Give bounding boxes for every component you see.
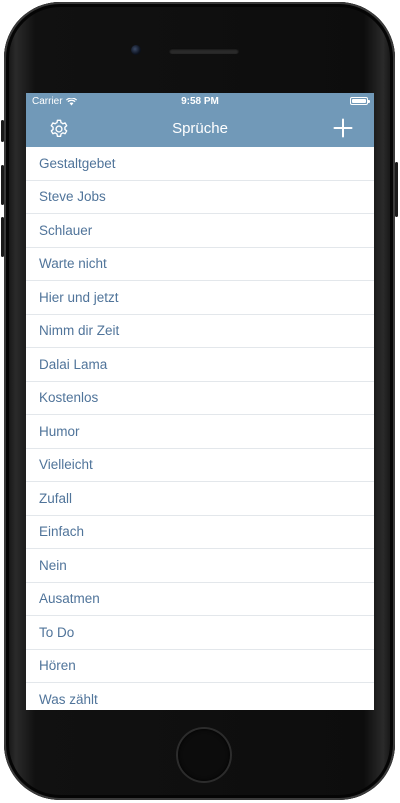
list-item[interactable]: Nimm dir Zeit [26, 315, 374, 348]
list-item[interactable]: Nein [26, 549, 374, 583]
list-item-label: Warte nicht [39, 256, 107, 272]
home-button[interactable] [178, 729, 230, 781]
list-item[interactable]: Gestaltgebet [26, 147, 374, 181]
list-item[interactable]: Hier und jetzt [26, 281, 374, 315]
list-item-label: To Do [39, 624, 75, 640]
list-item[interactable]: Was zählt [26, 683, 374, 710]
earpiece-speaker [169, 48, 239, 54]
volume-down-button [1, 217, 4, 257]
list-item-label: Nimm dir Zeit [39, 323, 120, 339]
list-item-label: Gestaltgebet [39, 155, 116, 171]
list-item[interactable]: To Do [26, 616, 374, 650]
list-item-label: Nein [39, 557, 67, 573]
list-item-label: Hören [39, 658, 76, 674]
mute-switch [1, 120, 4, 142]
list-item-label: Dalai Lama [39, 356, 108, 372]
list-item-label: Humor [39, 423, 80, 439]
list-item-label: Kostenlos [39, 390, 99, 406]
navigation-bar: Sprüche [26, 111, 374, 147]
list-item[interactable]: Vielleicht [26, 449, 374, 482]
list-item-label: Steve Jobs [39, 189, 106, 205]
list-item-label: Vielleicht [39, 457, 93, 473]
battery-icon [350, 97, 370, 105]
list-item[interactable]: Schlauer [26, 214, 374, 248]
volume-up-button [1, 165, 4, 205]
status-bar: Carrier 9:58 PM [26, 93, 374, 111]
list-item[interactable]: Einfach [26, 516, 374, 549]
list-item[interactable]: Steve Jobs [26, 181, 374, 214]
list-item[interactable]: Ausatmen [26, 583, 374, 616]
list-item-label: Schlauer [39, 222, 93, 238]
list-item[interactable]: Humor [26, 415, 374, 449]
status-time: 9:58 PM [181, 96, 219, 107]
power-button [395, 162, 398, 217]
list-item[interactable]: Dalai Lama [26, 348, 374, 382]
list-item-label: Einfach [39, 524, 85, 540]
screen: Carrier 9:58 PM Sprüche Gestaltgebet Stev… [26, 93, 374, 710]
list-item[interactable]: Zufall [26, 482, 374, 516]
list-item[interactable]: Kostenlos [26, 382, 374, 415]
add-button[interactable] [332, 117, 354, 139]
front-camera [131, 45, 141, 55]
list-item-label: Ausatmen [39, 591, 100, 607]
sayings-list: Gestaltgebet Steve Jobs Schlauer Warte nich… [26, 147, 374, 710]
list-item-label: Hier und jetzt [39, 289, 119, 305]
list-item[interactable]: Hören [26, 650, 374, 683]
list-item-label: Zufall [39, 490, 73, 506]
page-title: Sprüche [172, 120, 228, 137]
plus-icon [333, 118, 353, 138]
list-item-label: Was zählt [39, 691, 98, 707]
list-item[interactable]: Warte nicht [26, 248, 374, 281]
